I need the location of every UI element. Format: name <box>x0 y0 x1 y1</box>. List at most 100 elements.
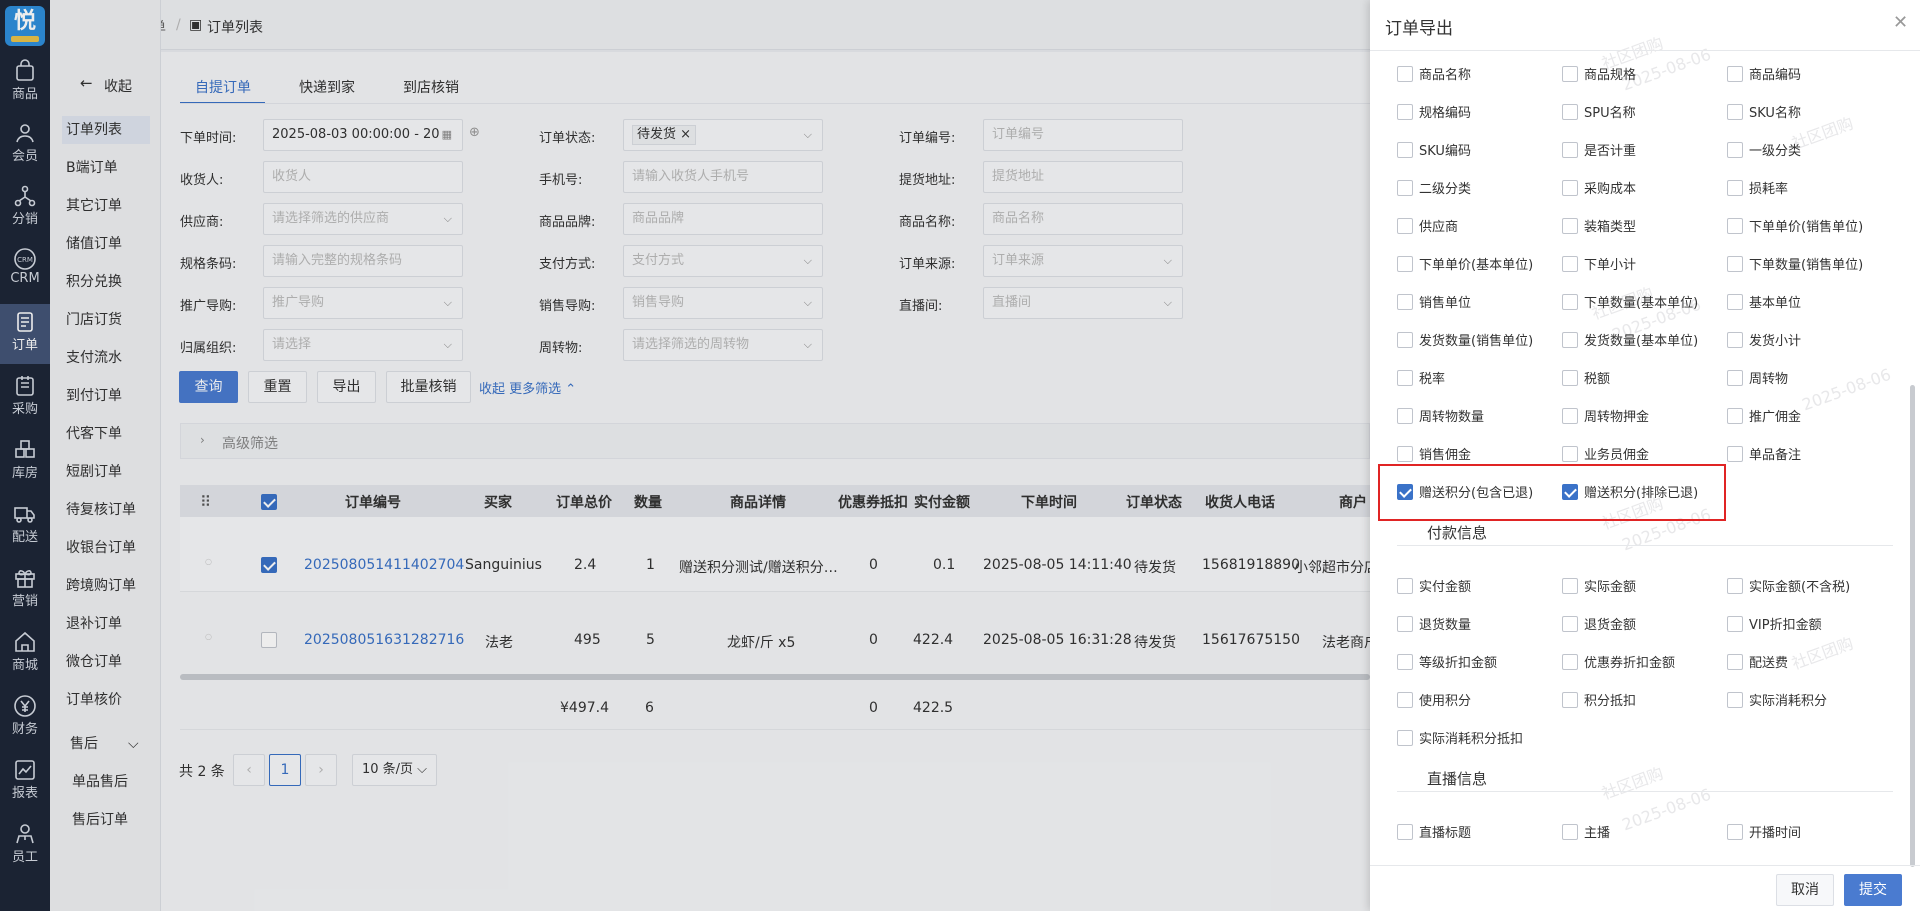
option-checkbox[interactable] <box>1562 370 1578 386</box>
option-checkbox[interactable] <box>1397 370 1413 386</box>
export-field-option[interactable]: 发货数量(基本单位) <box>1562 330 1698 349</box>
export-field-option[interactable]: 发货数量(销售单位) <box>1397 330 1533 349</box>
option-checkbox[interactable] <box>1397 66 1413 82</box>
export-field-option[interactable]: 税率 <box>1397 368 1445 387</box>
option-checkbox[interactable] <box>1397 218 1413 234</box>
option-checkbox[interactable] <box>1562 578 1578 594</box>
option-checkbox[interactable] <box>1727 370 1743 386</box>
option-checkbox[interactable] <box>1727 692 1743 708</box>
option-checkbox[interactable] <box>1562 824 1578 840</box>
option-checkbox[interactable] <box>1727 654 1743 670</box>
option-checkbox[interactable] <box>1562 66 1578 82</box>
option-checkbox[interactable] <box>1397 616 1413 632</box>
option-checkbox[interactable] <box>1562 294 1578 310</box>
export-field-option[interactable]: 采购成本 <box>1562 178 1636 197</box>
option-checkbox[interactable] <box>1397 730 1413 746</box>
cancel-button[interactable]: 取消 <box>1776 874 1834 906</box>
export-field-option[interactable]: 实际消耗积分 <box>1727 690 1827 709</box>
export-field-option[interactable]: 商品规格 <box>1562 64 1636 83</box>
export-field-option[interactable]: 实付金额 <box>1397 576 1471 595</box>
option-checkbox[interactable] <box>1727 218 1743 234</box>
submit-button[interactable]: 提交 <box>1844 874 1902 906</box>
export-field-option[interactable]: 销售佣金 <box>1397 444 1471 463</box>
export-field-option[interactable]: SKU名称 <box>1727 102 1801 121</box>
export-field-option[interactable]: 使用积分 <box>1397 690 1471 709</box>
export-field-option[interactable]: 周转物押金 <box>1562 406 1649 425</box>
option-checkbox[interactable] <box>1727 446 1743 462</box>
export-field-option[interactable]: 直播标题 <box>1397 822 1471 841</box>
option-checkbox[interactable] <box>1727 180 1743 196</box>
option-checkbox[interactable] <box>1562 332 1578 348</box>
export-field-option[interactable]: 下单单价(销售单位) <box>1727 216 1863 235</box>
export-field-option[interactable]: 单品备注 <box>1727 444 1801 463</box>
export-field-option[interactable]: 实际金额(不含税) <box>1727 576 1850 595</box>
export-field-option[interactable]: 主播 <box>1562 822 1610 841</box>
export-field-option[interactable]: 下单数量(基本单位) <box>1562 292 1698 311</box>
export-field-option[interactable]: 实际金额 <box>1562 576 1636 595</box>
option-checkbox[interactable] <box>1397 256 1413 272</box>
option-checkbox[interactable] <box>1562 446 1578 462</box>
export-field-option[interactable]: 损耗率 <box>1727 178 1788 197</box>
option-checkbox[interactable] <box>1727 104 1743 120</box>
option-checkbox[interactable] <box>1397 824 1413 840</box>
export-field-option[interactable]: 二级分类 <box>1397 178 1471 197</box>
option-checkbox[interactable] <box>1727 294 1743 310</box>
close-icon[interactable]: ✕ <box>1893 12 1908 33</box>
export-field-option[interactable]: 一级分类 <box>1727 140 1801 159</box>
export-field-option[interactable]: 业务员佣金 <box>1562 444 1649 463</box>
option-checkbox[interactable] <box>1727 332 1743 348</box>
option-checkbox[interactable] <box>1397 294 1413 310</box>
option-checkbox[interactable] <box>1562 256 1578 272</box>
export-field-option[interactable]: 开播时间 <box>1727 822 1801 841</box>
option-checkbox[interactable] <box>1562 408 1578 424</box>
export-field-option[interactable]: 基本单位 <box>1727 292 1801 311</box>
export-field-option[interactable]: 下单单价(基本单位) <box>1397 254 1533 273</box>
option-checkbox[interactable] <box>1397 408 1413 424</box>
option-checkbox[interactable] <box>1562 142 1578 158</box>
export-field-option[interactable]: SKU编码 <box>1397 140 1471 159</box>
export-field-option[interactable]: 周转物 <box>1727 368 1788 387</box>
export-field-option[interactable]: 退货金额 <box>1562 614 1636 633</box>
export-field-option[interactable]: 装箱类型 <box>1562 216 1636 235</box>
export-field-option[interactable]: 商品编码 <box>1727 64 1801 83</box>
export-field-option[interactable]: 下单小计 <box>1562 254 1636 273</box>
option-checkbox[interactable] <box>1727 408 1743 424</box>
export-field-option[interactable]: 等级折扣金额 <box>1397 652 1497 671</box>
export-field-option[interactable]: 积分抵扣 <box>1562 690 1636 709</box>
option-checkbox[interactable] <box>1562 616 1578 632</box>
option-checkbox[interactable] <box>1727 256 1743 272</box>
option-checkbox[interactable] <box>1727 142 1743 158</box>
option-checkbox[interactable] <box>1397 692 1413 708</box>
option-checkbox[interactable] <box>1727 824 1743 840</box>
option-checkbox[interactable] <box>1562 104 1578 120</box>
option-checkbox[interactable] <box>1397 142 1413 158</box>
option-checkbox[interactable] <box>1562 654 1578 670</box>
option-checkbox[interactable] <box>1562 180 1578 196</box>
drawer-scrollbar[interactable] <box>1910 385 1915 867</box>
option-checkbox[interactable] <box>1727 578 1743 594</box>
option-checkbox[interactable] <box>1397 104 1413 120</box>
export-field-option[interactable]: VIP折扣金额 <box>1727 614 1822 633</box>
export-field-option[interactable]: 退货数量 <box>1397 614 1471 633</box>
export-field-option[interactable]: 税额 <box>1562 368 1610 387</box>
option-checkbox[interactable] <box>1397 446 1413 462</box>
modal-overlay[interactable] <box>0 0 1370 911</box>
option-checkbox[interactable] <box>1562 692 1578 708</box>
export-field-option[interactable]: 配送费 <box>1727 652 1788 671</box>
option-checkbox[interactable] <box>1397 180 1413 196</box>
export-field-option[interactable]: 实际消耗积分抵扣 <box>1397 728 1523 747</box>
export-field-option[interactable]: 是否计重 <box>1562 140 1636 159</box>
option-checkbox[interactable] <box>1727 616 1743 632</box>
export-field-option[interactable]: 规格编码 <box>1397 102 1471 121</box>
export-field-option[interactable]: 周转物数量 <box>1397 406 1484 425</box>
export-field-option[interactable]: 推广佣金 <box>1727 406 1801 425</box>
export-field-option[interactable]: 销售单位 <box>1397 292 1471 311</box>
option-checkbox[interactable] <box>1397 332 1413 348</box>
export-field-option[interactable]: 下单数量(销售单位) <box>1727 254 1863 273</box>
export-field-option[interactable]: 供应商 <box>1397 216 1458 235</box>
export-field-option[interactable]: 商品名称 <box>1397 64 1471 83</box>
option-checkbox[interactable] <box>1727 66 1743 82</box>
export-field-option[interactable]: 发货小计 <box>1727 330 1801 349</box>
export-field-option[interactable]: SPU名称 <box>1562 102 1636 121</box>
option-checkbox[interactable] <box>1397 578 1413 594</box>
